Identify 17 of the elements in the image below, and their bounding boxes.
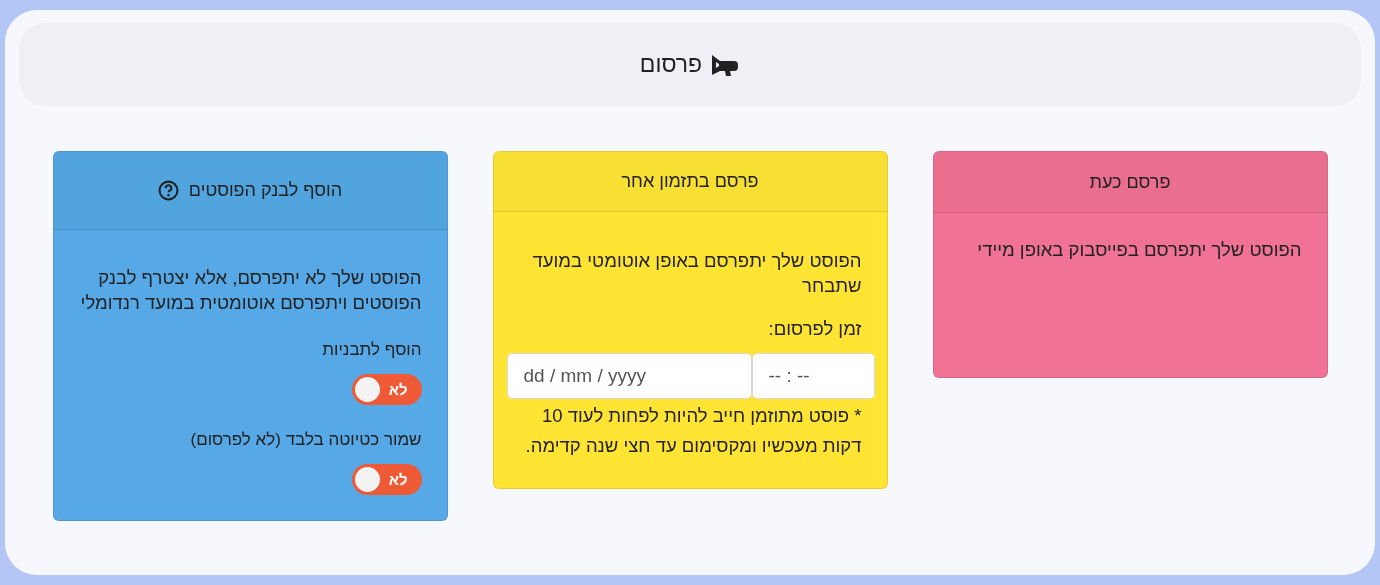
time-field[interactable]: -- : --	[751, 353, 875, 399]
toggle-label: הוסף לתבניות	[321, 339, 422, 361]
card-description: הפוסט שלך לא יתפרסם, אלא יצטרף לבנק הפוסטים ויתפרסם אוטומטית במועד רנדומלי	[79, 266, 422, 315]
toggle-label: שמור כטיוטה בלבד (לא לפרסום)	[189, 429, 422, 451]
card-title: פרסם כעת	[1089, 171, 1171, 193]
date-field[interactable]: dd / mm / yyyy	[506, 353, 752, 399]
toggle-switch[interactable]: לא	[351, 464, 422, 495]
card-title: פרסם בתזמון אחר	[621, 171, 759, 192]
time-label: זמן לפרסום:	[767, 317, 862, 341]
card-description: הפוסט שלך יתפרסם באופן אוטומטי במועד שתבחר	[531, 249, 862, 298]
note-text: * פוסט מתוזמן חייב להיות לפחות לעוד 10	[541, 404, 862, 428]
card-description: הפוסט שלך יתפרסם בפייסבוק באופן מיידי	[976, 238, 1302, 262]
page-title: פרסום	[639, 51, 703, 78]
note-text: דקות מעכשיו ומקסימום עד חצי שנה קדימה.	[524, 434, 862, 458]
toggle-switch[interactable]: לא	[351, 374, 422, 405]
help-icon[interactable]	[157, 180, 179, 201]
card-title: הוסף לבנק הפוסטים	[188, 180, 343, 201]
